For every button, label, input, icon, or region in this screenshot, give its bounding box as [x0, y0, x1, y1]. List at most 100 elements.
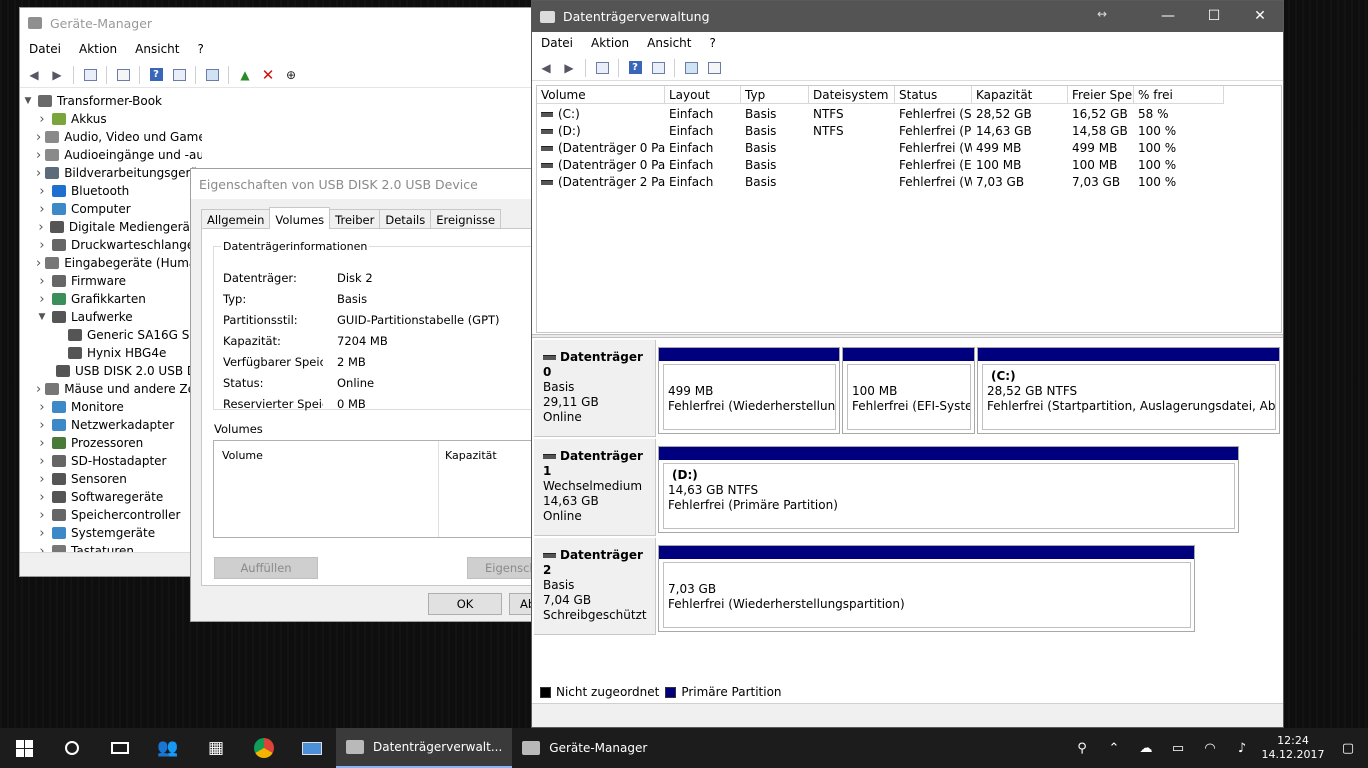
volumes-col-capacity[interactable]: Kapazität	[445, 449, 497, 462]
tree-item[interactable]: › Druckwarteschlangen	[22, 236, 202, 254]
volume-properties-button[interactable]: Eigenschaften	[467, 557, 534, 579]
tree-item[interactable]: Generic SA16G SD	[22, 326, 202, 344]
expand-arrow-icon[interactable]: ›	[36, 292, 48, 307]
close-icon[interactable]: ✕	[1237, 1, 1283, 32]
menu-ansicht[interactable]: Ansicht	[638, 36, 700, 50]
menu-datei[interactable]: Datei	[532, 36, 582, 50]
disk-label[interactable]: Datenträger 2 Basis 7,04 GB Schreibgeschütz…	[534, 538, 656, 635]
expand-arrow-icon[interactable]: ›	[36, 508, 48, 523]
task-device-manager[interactable]: Geräte-Manager	[512, 728, 657, 768]
show-hide-tree-icon[interactable]	[592, 59, 612, 77]
expand-arrow-icon[interactable]: ›	[36, 112, 48, 127]
show-hidden-icons-chevron-icon[interactable]: ⌃	[1098, 741, 1130, 756]
tree-item[interactable]: › Audioeingänge und -ausgänge	[22, 146, 202, 164]
expand-arrow-icon[interactable]: ›	[36, 274, 48, 289]
table-row[interactable]: (Datenträger 0 Partition 1) Einfach Basis F…	[537, 140, 1224, 157]
tab-volumes[interactable]: Volumes	[269, 207, 331, 229]
wifi-icon[interactable]: ◠	[1194, 741, 1226, 756]
task-disk-management[interactable]: Datenträgerverwalt...	[336, 728, 513, 768]
volumes-col-volume[interactable]: Volume	[222, 449, 263, 462]
column-header[interactable]: Status	[895, 86, 972, 103]
table-row[interactable]: (D:) Einfach Basis NTFS Fehlerfrei (Primäre …	[537, 123, 1224, 140]
menu-help[interactable]: ?	[700, 36, 724, 50]
clock[interactable]: 12:24 14.12.2017	[1258, 734, 1328, 762]
laptop-app-icon[interactable]	[288, 728, 336, 768]
tab-ereignisse[interactable]: Ereignisse	[430, 209, 502, 229]
forward-arrow-icon[interactable]: ▶	[559, 59, 579, 77]
expand-arrow-icon[interactable]: ›	[36, 382, 41, 397]
partition-block[interactable]: (D:) 14,63 GB NTFS Fehlerfrei (Primäre Par…	[658, 446, 1239, 533]
scan-hardware-icon[interactable]	[202, 66, 222, 84]
minimize-icon[interactable]: —	[1145, 1, 1191, 32]
column-header[interactable]: Kapazität	[972, 86, 1068, 103]
tree-item[interactable]: ▼ Laufwerke	[22, 308, 202, 326]
tree-item[interactable]: › Speichercontroller	[22, 506, 202, 524]
tree-item[interactable]: Hynix HBG4e	[22, 344, 202, 362]
column-header[interactable]: Typ	[741, 86, 809, 103]
tree-item[interactable]: › Mäuse und andere Zeigegeräte	[22, 380, 202, 398]
volumes-table[interactable]: Volume Kapazität	[213, 440, 534, 538]
back-arrow-icon[interactable]: ◀	[536, 59, 556, 77]
expand-arrow-icon[interactable]: ›	[36, 490, 48, 505]
properties-icon[interactable]	[704, 59, 724, 77]
tree-item[interactable]: › Computer	[22, 200, 202, 218]
action-pane-icon[interactable]	[169, 66, 189, 84]
tree-item[interactable]: › Eingabegeräte (Human Interface Devices)	[22, 254, 202, 272]
forward-arrow-icon[interactable]: ▶	[47, 66, 67, 84]
tab-details[interactable]: Details	[379, 209, 432, 229]
partition-block[interactable]: 100 MBFehlerfrei (EFI-Systempartition)	[842, 347, 975, 434]
disk-label[interactable]: Datenträger 1 Wechselmedium 14,63 GB Online	[534, 439, 656, 536]
tree-item[interactable]: › SD-Hostadapter	[22, 452, 202, 470]
calculator-icon[interactable]: ▦	[192, 728, 240, 768]
action-pane-icon[interactable]	[648, 59, 668, 77]
expand-arrow-icon[interactable]: ›	[36, 238, 48, 253]
pane-splitter[interactable]	[532, 334, 1283, 338]
tree-item[interactable]: › Monitore	[22, 398, 202, 416]
expand-arrow-icon[interactable]: ›	[36, 148, 41, 163]
expand-arrow-icon[interactable]: ›	[36, 472, 48, 487]
notifications-icon[interactable]: ▢	[1328, 741, 1368, 756]
back-arrow-icon[interactable]: ◀	[24, 66, 44, 84]
menu-help[interactable]: ?	[188, 42, 212, 56]
battery-icon[interactable]: ▭	[1162, 741, 1194, 756]
partition-block[interactable]: 499 MBFehlerfrei (Wiederherstellungspart…	[658, 347, 840, 434]
expand-arrow-icon[interactable]: ›	[36, 202, 48, 217]
connect-icon[interactable]	[681, 59, 701, 77]
people-icon[interactable]: 👥	[144, 728, 192, 768]
column-header[interactable]: Layout	[665, 86, 741, 103]
expand-arrow-icon[interactable]: ›	[36, 400, 48, 415]
task-view-icon[interactable]	[96, 728, 144, 768]
disable-device-icon[interactable]: ⊕	[281, 66, 301, 84]
partition-block[interactable]: (C:) 28,52 GB NTFS Fehlerfrei (Startpartit…	[977, 347, 1280, 434]
column-header[interactable]: % frei	[1134, 86, 1224, 103]
device-tree[interactable]: ▼ Transformer-Book › Akkus › Audio, Video u…	[22, 92, 202, 558]
people-tray-icon[interactable]: ⚲	[1066, 741, 1098, 756]
tree-item[interactable]: › Systemgeräte	[22, 524, 202, 542]
chrome-icon[interactable]	[240, 728, 288, 768]
uninstall-x-icon[interactable]: ✕	[258, 66, 278, 84]
ok-button[interactable]: OK	[428, 593, 502, 615]
cortana-search-icon[interactable]	[48, 728, 96, 768]
tree-item[interactable]: › Bluetooth	[22, 182, 202, 200]
table-row[interactable]: (C:) Einfach Basis NTFS Fehlerfrei (Startpar…	[537, 106, 1224, 123]
column-header[interactable]: Freier Speicher	[1068, 86, 1134, 103]
partition-block[interactable]: 7,03 GB Fehlerfrei (Wiederherstellungspar…	[658, 545, 1195, 632]
tree-item[interactable]: › Softwaregeräte	[22, 488, 202, 506]
expand-arrow-icon[interactable]: ›	[36, 436, 48, 451]
resize-arrows-icon[interactable]: ↔	[1097, 7, 1107, 21]
tree-item[interactable]: › Digitale Mediengeräte	[22, 218, 202, 236]
table-row[interactable]: (Datenträger 2 Partition 1) Einfach Basis F…	[537, 174, 1224, 191]
expand-arrow-icon[interactable]: ›	[36, 184, 48, 199]
tree-item[interactable]: › Netzwerkadapter	[22, 416, 202, 434]
collapse-arrow-icon[interactable]: ▼	[36, 312, 48, 322]
properties-icon[interactable]	[113, 66, 133, 84]
show-hide-tree-icon[interactable]	[80, 66, 100, 84]
windows-start-icon[interactable]	[0, 728, 48, 768]
device-manager-titlebar[interactable]: Geräte-Manager	[20, 8, 533, 38]
tree-item[interactable]: › Prozessoren	[22, 434, 202, 452]
tree-item[interactable]: › Sensoren	[22, 470, 202, 488]
column-header[interactable]: Volume	[537, 86, 665, 103]
tab-allgemein[interactable]: Allgemein	[201, 209, 271, 229]
expand-arrow-icon[interactable]: ›	[36, 454, 48, 469]
menu-aktion[interactable]: Aktion	[582, 36, 638, 50]
